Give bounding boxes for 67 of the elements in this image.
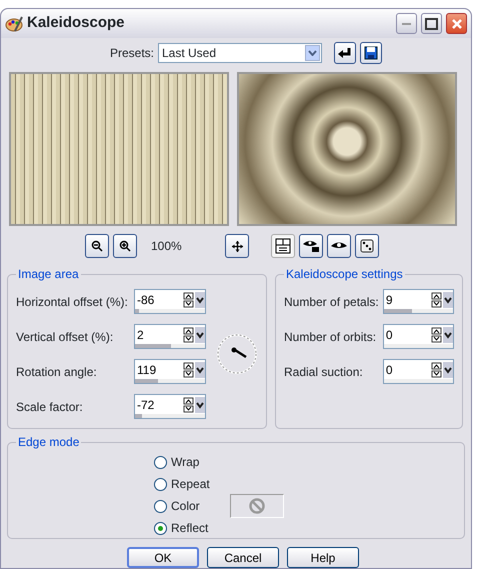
number-field[interactable]: -86 (134, 289, 182, 309)
zoom-out-icon (91, 240, 103, 252)
radio-option[interactable]: Reflect (154, 519, 210, 537)
field-label: Radial suction: (284, 364, 364, 380)
palette-icon (5, 14, 23, 32)
spin-arrows-icon (182, 289, 206, 309)
rotation-dial[interactable] (216, 333, 258, 375)
color-swatch[interactable] (230, 494, 284, 518)
field-label: Number of petals: (284, 294, 380, 310)
dialog-button[interactable]: Cancel (207, 547, 279, 568)
slider-track[interactable] (382, 309, 454, 314)
preview-toggle-button[interactable] (271, 234, 295, 258)
window-title: Kaleidoscope (27, 13, 126, 34)
save-button[interactable] (360, 42, 382, 64)
spin-arrows-icon (430, 359, 454, 379)
field-label: Rotation angle: (16, 364, 98, 380)
eye-button[interactable] (327, 234, 351, 258)
slider-track[interactable] (134, 414, 206, 419)
radio-option[interactable]: Color (154, 497, 210, 515)
slider-track[interactable] (382, 344, 454, 349)
presets-label: Presets: (110, 45, 154, 62)
number-field[interactable]: -72 (134, 394, 182, 414)
pan-button[interactable] (225, 234, 249, 258)
dialog-button[interactable]: Help (287, 547, 359, 568)
field-label: Scale factor: (16, 398, 84, 416)
minimize-icon (402, 22, 411, 25)
maximize-icon (425, 18, 438, 30)
dice-button[interactable] (355, 234, 379, 258)
close-button[interactable] (446, 13, 467, 34)
presets-dropdown[interactable]: Last Used (158, 43, 322, 63)
spin-arrows-icon (430, 324, 454, 344)
zoom-in-button[interactable] (113, 234, 137, 258)
reset-button[interactable] (334, 42, 356, 64)
maximize-button[interactable] (421, 13, 442, 34)
number-field[interactable]: 0 (382, 324, 430, 344)
close-icon (450, 18, 462, 30)
eye-lock-icon (302, 239, 320, 253)
spin-arrows-icon (182, 359, 206, 379)
spin-arrows-icon (182, 324, 206, 344)
group-title: Image area (16, 267, 81, 281)
zoom-in-icon (119, 240, 131, 252)
number-field[interactable]: 9 (382, 289, 430, 309)
radio-option[interactable]: Repeat (154, 475, 210, 493)
radio-option[interactable]: Wrap (154, 453, 210, 471)
spin-arrows-icon (430, 289, 454, 309)
dialog-button[interactable]: OK (127, 547, 199, 568)
zoom-level: 100% (151, 238, 183, 255)
field-label: Number of orbits: (284, 328, 378, 346)
slider-track[interactable] (134, 344, 206, 349)
layout-icon (275, 238, 291, 254)
eye-lock-button[interactable] (299, 234, 323, 258)
no-color-icon (248, 498, 265, 514)
zoom-out-button[interactable] (85, 234, 109, 258)
group-title: Edge mode (16, 435, 82, 449)
dice-icon (359, 238, 375, 254)
number-field[interactable]: 119 (134, 359, 182, 379)
number-field[interactable]: 0 (382, 359, 430, 379)
slider-track[interactable] (134, 309, 206, 314)
slider-track[interactable] (382, 379, 454, 384)
group-title: Kaleidoscope settings (284, 267, 405, 281)
field-label: Vertical offset (%): (16, 328, 114, 346)
spin-arrows-icon (182, 394, 206, 414)
move-arrows-icon (232, 240, 242, 252)
slider-track[interactable] (134, 379, 206, 384)
number-field[interactable]: 2 (134, 324, 182, 344)
field-label: Horizontal offset (%): (16, 294, 129, 310)
return-arrow-icon (337, 46, 353, 60)
